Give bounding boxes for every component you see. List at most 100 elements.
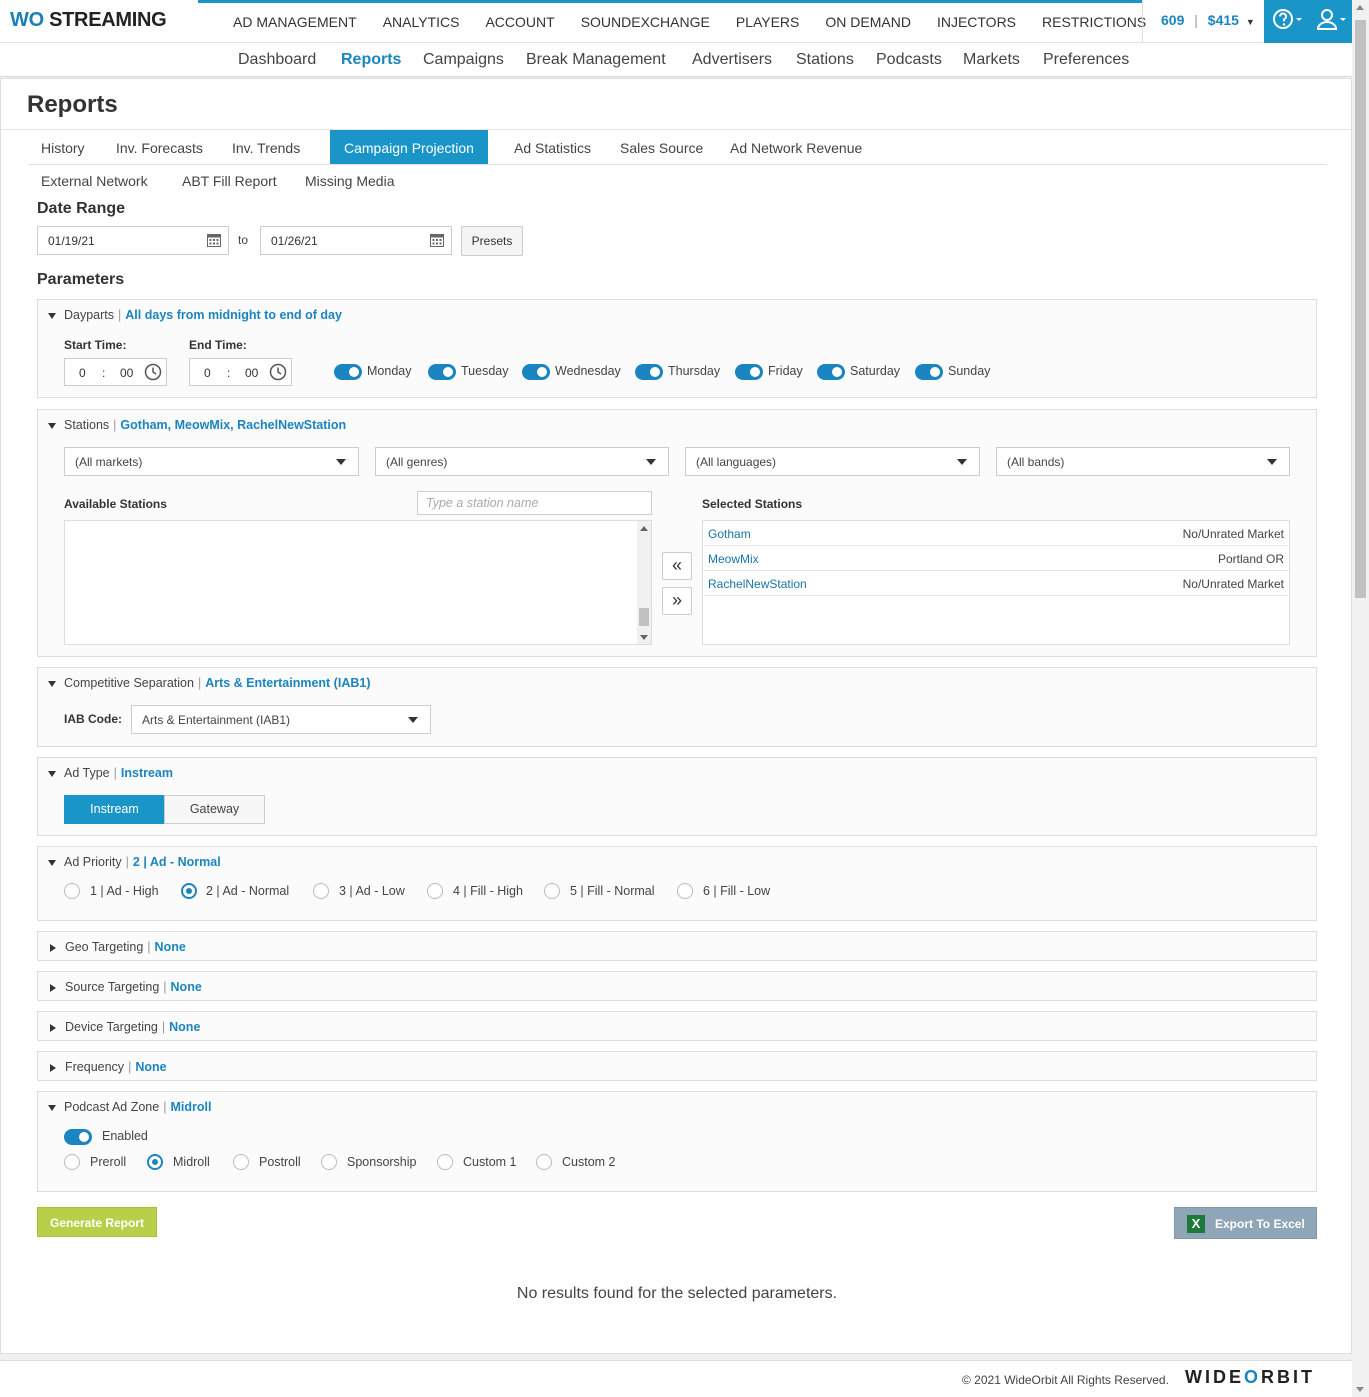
toggle-wednesday[interactable] [522,364,550,380]
priority-radio-6[interactable] [677,883,693,899]
device-targeting-section[interactable]: Device Targeting | None [37,1011,1317,1041]
presets-button[interactable]: Presets [461,226,523,256]
ad-priority-header[interactable]: Ad Priority | 2 | Ad - Normal [48,855,221,869]
scroll-down-icon[interactable] [1356,1387,1364,1392]
podcast-radio-postroll[interactable] [233,1154,249,1170]
priority-radio-3[interactable] [313,883,329,899]
toggle-tuesday[interactable] [428,364,456,380]
ad-type-gateway-button[interactable]: Gateway [164,795,265,824]
ad-type-instream-button[interactable]: Instream [64,795,165,824]
genres-select[interactable]: (All genres) [375,447,669,476]
caret-right-icon [50,1023,56,1032]
bands-select[interactable]: (All bands) [996,447,1290,476]
iab-code-label: IAB Code: [64,712,122,726]
station-search-input[interactable]: Type a station name [417,491,652,515]
podcast-ad-zone-header[interactable]: Podcast Ad Zone | Midroll [48,1100,211,1114]
scroll-thumb[interactable] [1355,20,1366,598]
list-item[interactable]: MeowMix Portland OR [703,546,1289,571]
nav-on-demand[interactable]: ON DEMAND [812,3,924,43]
subnav-preferences[interactable]: Preferences [1043,51,1129,69]
podcast-radio-sponsorship[interactable] [321,1154,337,1170]
podcast-radio-custom-1[interactable] [437,1154,453,1170]
calendar-icon[interactable] [429,232,445,251]
frequency-header[interactable]: Frequency | None [48,1060,167,1074]
subnav-podcasts[interactable]: Podcasts [876,51,942,69]
nav-account[interactable]: ACCOUNT [472,3,567,43]
start-time-input[interactable]: 0:00 [64,358,167,386]
priority-radio-2[interactable] [181,883,197,899]
nav-soundexchange[interactable]: SOUNDEXCHANGE [568,3,723,43]
available-stations-list[interactable] [64,520,652,645]
dayparts-header[interactable]: Dayparts | All days from midnight to end o… [48,308,342,322]
radio-label: Sponsorship [347,1155,417,1169]
tab-ad-network-revenue[interactable]: Ad Network Revenue [716,130,876,164]
tab-history[interactable]: History [27,130,99,164]
subnav-stations[interactable]: Stations [796,51,854,69]
priority-radio-4[interactable] [427,883,443,899]
tab-inv-trends[interactable]: Inv. Trends [218,130,314,164]
nav-ad-management[interactable]: AD MANAGEMENT [198,3,370,43]
move-right-button[interactable]: » [662,587,692,615]
move-left-button[interactable]: « [662,552,692,580]
podcast-enabled-toggle[interactable] [64,1129,92,1145]
subnav-dashboard[interactable]: Dashboard [238,51,316,69]
start-date-input[interactable]: 01/19/21 [37,226,229,255]
generate-report-button[interactable]: Generate Report [37,1207,157,1237]
podcast-radio-midroll[interactable] [147,1154,163,1170]
frequency-section[interactable]: Frequency | None [37,1051,1317,1081]
stations-header[interactable]: Stations | Gotham, MeowMix, RachelNewStati… [48,418,346,432]
nav-players[interactable]: PLAYERS [723,3,813,43]
tab-abt-fill-report[interactable]: ABT Fill Report [182,173,277,189]
toggle-monday[interactable] [334,364,362,380]
toggle-saturday[interactable] [817,364,845,380]
list-item[interactable]: RachelNewStation No/Unrated Market [703,571,1289,596]
page-scrollbar[interactable] [1352,0,1369,1397]
subnav-markets[interactable]: Markets [963,51,1020,69]
languages-select[interactable]: (All languages) [685,447,980,476]
toggle-sunday[interactable] [915,364,943,380]
nav-injectors[interactable]: INJECTORS [924,3,1029,43]
tab-inv-forecasts[interactable]: Inv. Forecasts [102,130,217,164]
end-date-input[interactable]: 01/26/21 [260,226,452,255]
user-icon[interactable] [1316,8,1348,35]
tab-missing-media[interactable]: Missing Media [305,173,394,189]
iab-code-select[interactable]: Arts & Entertainment (IAB1) [131,705,431,734]
top-bar: WO STREAMING AD MANAGEMENT ANALYTICS ACC… [0,0,1352,43]
list-scrollbar[interactable] [637,521,651,644]
subnav-advertisers[interactable]: Advertisers [692,51,772,69]
tab-external-network[interactable]: External Network [41,173,148,189]
priority-radio-1[interactable] [64,883,80,899]
help-icon[interactable] [1272,8,1304,35]
source-targeting-header[interactable]: Source Targeting | None [48,980,202,994]
tab-campaign-projection[interactable]: Campaign Projection [330,130,488,164]
podcast-radio-preroll[interactable] [64,1154,80,1170]
scroll-thumb[interactable] [639,608,649,626]
calendar-icon[interactable] [206,232,222,251]
competitive-separation-header[interactable]: Competitive Separation | Arts & Entertainm… [48,676,370,690]
ad-type-header[interactable]: Ad Type | Instream [48,766,173,780]
subnav-break-management[interactable]: Break Management [526,51,666,69]
end-time-input[interactable]: 0:00 [189,358,292,386]
markets-select[interactable]: (All markets) [64,447,359,476]
tab-ad-statistics[interactable]: Ad Statistics [500,130,605,164]
start-time-label: Start Time: [64,338,127,352]
geo-targeting-header[interactable]: Geo Targeting | None [48,940,186,954]
nav-analytics[interactable]: ANALYTICS [370,3,473,43]
toggle-friday[interactable] [735,364,763,380]
podcast-radio-custom-2[interactable] [536,1154,552,1170]
geo-targeting-section[interactable]: Geo Targeting | None [37,931,1317,961]
scroll-up-icon[interactable] [1356,5,1364,10]
app-logo[interactable]: WO STREAMING [10,9,167,32]
credits-dropdown[interactable]: 609 | $415 ▼ [1142,0,1264,43]
tab-sales-source[interactable]: Sales Source [606,130,717,164]
subnav-reports[interactable]: Reports [341,51,401,69]
list-item[interactable]: Gotham No/Unrated Market [703,521,1289,546]
export-to-excel-button[interactable]: X Export To Excel [1174,1207,1317,1239]
device-targeting-header[interactable]: Device Targeting | None [48,1020,200,1034]
available-stations-label: Available Stations [64,497,167,511]
subnav-campaigns[interactable]: Campaigns [423,51,504,69]
source-targeting-section[interactable]: Source Targeting | None [37,971,1317,1001]
nav-restrictions[interactable]: RESTRICTIONS [1029,3,1159,43]
priority-radio-5[interactable] [544,883,560,899]
toggle-thursday[interactable] [635,364,663,380]
